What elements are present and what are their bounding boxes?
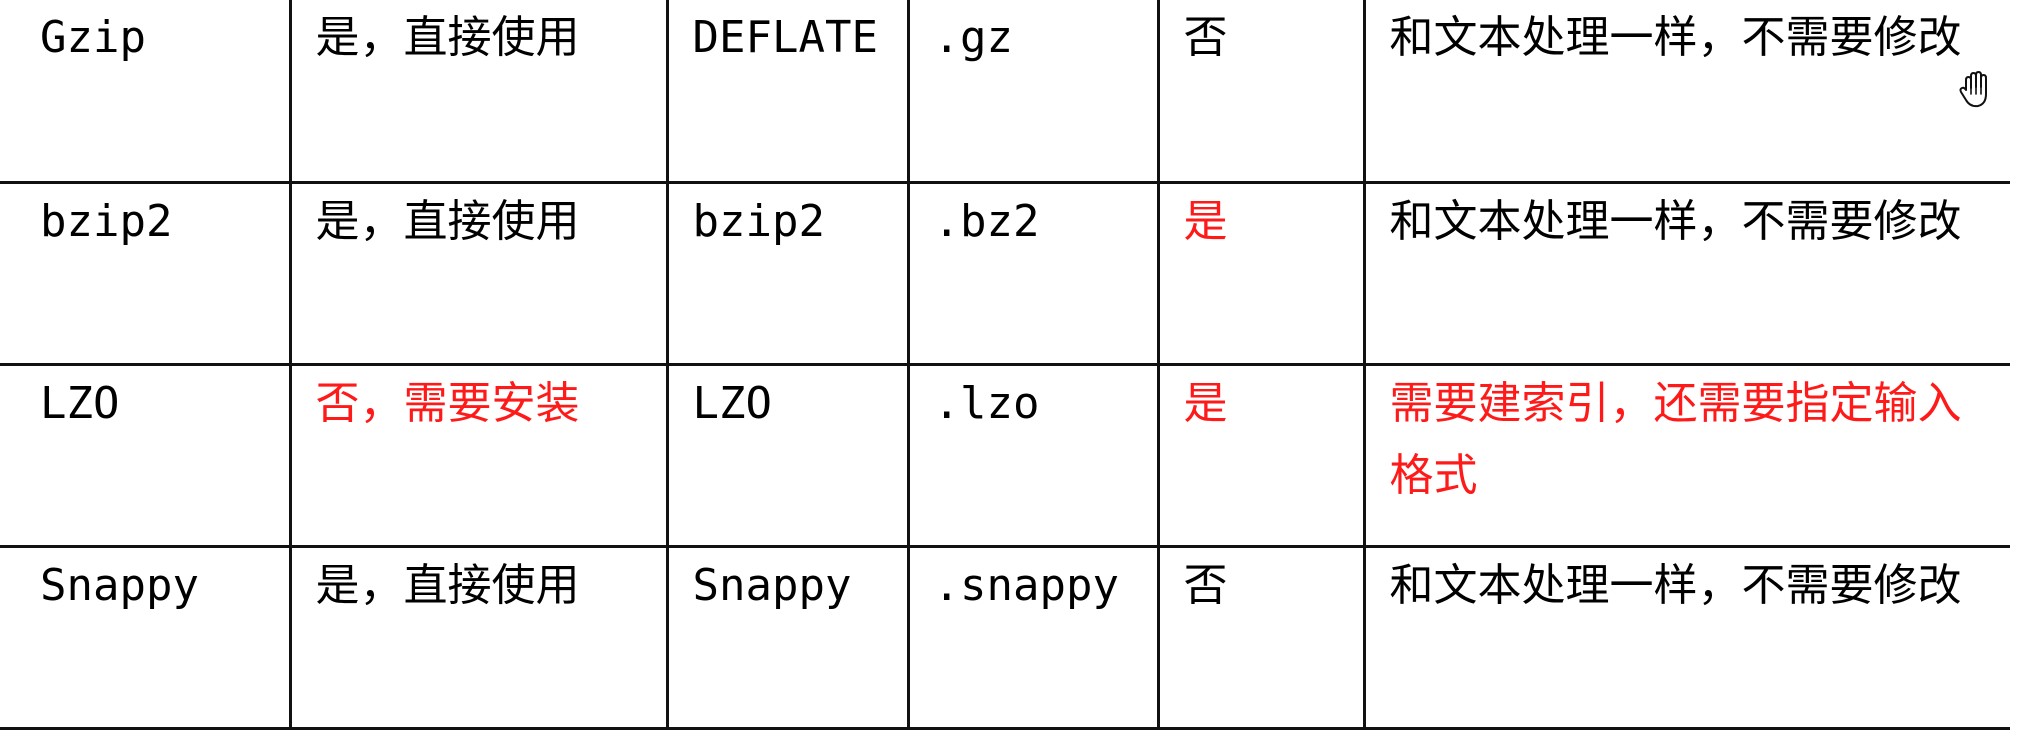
table-row: Snappy 是，直接使用 Snappy .snappy 否 和文本处理一样，不… [0,546,2010,730]
cell-algorithm: LZO [665,364,908,548]
splittable-value: 否 [1183,559,1228,611]
cell-splittable: 否 [1156,0,1364,184]
table-row: Gzip 是，直接使用 DEFLATE .gz 否 和文本处理一样，不需要修改 [0,0,2010,184]
extension-value: .bz2 [933,195,1040,247]
hadoop-native-value: 否，需要安装 [315,377,580,429]
cell-hadoop-native: 是，直接使用 [288,546,667,730]
cell-extension: .lzo [906,364,1158,548]
splittable-value: 是 [1183,195,1228,247]
format-name: bzip2 [40,195,173,247]
cell-splittable: 否 [1156,546,1364,730]
cell-format: LZO [0,364,290,548]
algorithm-value: bzip2 [692,195,825,247]
cell-algorithm: bzip2 [665,182,908,366]
cell-program-change: 和文本处理一样，不需要修改 [1362,0,2010,184]
algorithm-value: Snappy [692,559,852,611]
cell-format: Snappy [0,546,290,730]
cell-program-change: 和文本处理一样，不需要修改 [1362,182,2010,366]
splittable-value: 否 [1183,12,1228,63]
format-name: Snappy [40,559,199,611]
cell-algorithm: Snappy [665,546,908,730]
cell-hadoop-native: 否，需要安装 [288,364,667,548]
cell-program-change: 需要建索引，还需要指定输入格式 [1362,364,2010,548]
program-change-value: 和文本处理一样，不需要修改 [1389,195,1962,247]
format-name: LZO [40,377,120,429]
algorithm-value: LZO [692,377,772,429]
compression-format-table: Gzip 是，直接使用 DEFLATE .gz 否 和文本处理一样，不需要修改 … [0,0,2010,730]
cell-program-change: 和文本处理一样，不需要修改 [1362,546,2010,730]
format-name: Gzip [40,12,146,63]
cell-splittable: 是 [1156,182,1364,366]
cell-hadoop-native: 是，直接使用 [288,0,667,184]
cell-splittable: 是 [1156,364,1364,548]
table-row: bzip2 是，直接使用 bzip2 .bz2 是 和文本处理一样，不需要修改 [0,182,2010,366]
extension-value: .snappy [933,559,1119,611]
cell-format: bzip2 [0,182,290,366]
hand-cursor-icon [1959,71,1987,108]
cell-hadoop-native: 是，直接使用 [288,182,667,366]
cell-format: Gzip [0,0,290,184]
algorithm-value: DEFLATE [692,12,878,63]
cell-extension: .bz2 [906,182,1158,366]
splittable-value: 是 [1183,377,1228,429]
cell-algorithm: DEFLATE [665,0,908,184]
cell-extension: .gz [906,0,1158,184]
program-change-value: 需要建索引，还需要指定输入格式 [1389,377,1962,501]
hadoop-native-value: 是，直接使用 [315,559,580,611]
table-row: LZO 否，需要安装 LZO .lzo 是 需要建索引，还需要指定输入格式 [0,364,2010,548]
cell-extension: .snappy [906,546,1158,730]
extension-value: .lzo [933,377,1040,429]
program-change-value: 和文本处理一样，不需要修改 [1389,12,1962,63]
hadoop-native-value: 是，直接使用 [315,12,580,63]
program-change-value: 和文本处理一样，不需要修改 [1389,559,1962,611]
extension-value: .gz [933,12,1013,63]
hadoop-native-value: 是，直接使用 [315,195,580,247]
